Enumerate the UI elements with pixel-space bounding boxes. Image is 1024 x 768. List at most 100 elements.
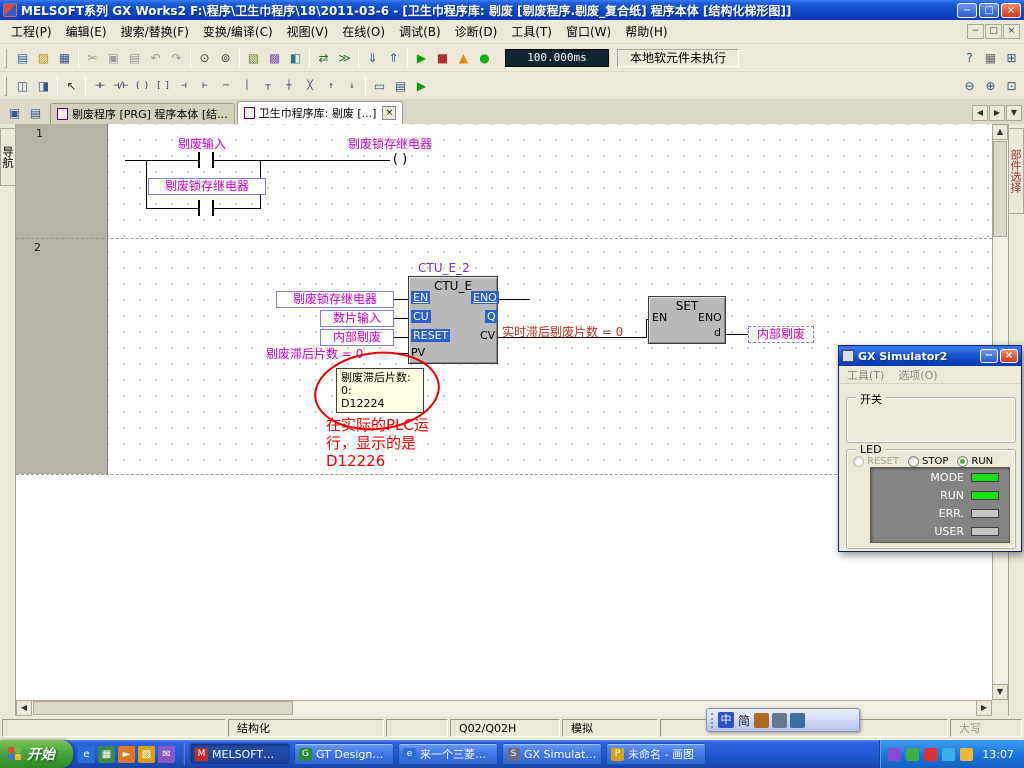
branch-contact-label[interactable]: 剔废锁存继电器 [148,178,266,195]
menu-item-10[interactable]: 窗口(W) [559,20,618,43]
function-block-icon[interactable]: [ ] [153,77,172,94]
contact-label[interactable]: 剔废输入 [178,135,226,152]
contact-symbol[interactable] [198,152,214,168]
close-button[interactable]: × [1001,3,1021,18]
toolbar-grip[interactable] [4,48,7,68]
en-input-label[interactable]: 剔废锁存继电器 [276,291,394,308]
device-comment-icon[interactable]: ◧ [286,49,305,66]
menu-item-3[interactable]: 搜索/替换(F) [114,20,196,43]
minimize-button[interactable]: − [957,3,977,18]
taskbar-button-1[interactable]: MMELSOFT系列... [190,743,290,765]
open-contact-icon[interactable]: ⊣⊢ [90,77,109,94]
rebuild-all-icon[interactable]: ≫ [335,49,354,66]
redo-icon[interactable]: ↷ [167,49,186,66]
set-output-label[interactable]: 内部剔废 [748,326,814,343]
coil-icon[interactable]: ( ) [132,77,151,94]
quicklaunch-media-icon[interactable]: ► [118,746,135,763]
reset-input-label[interactable]: 内部剔废 [320,329,394,346]
quicklaunch-folder-icon[interactable]: ▨ [138,746,155,763]
ime-language-bar[interactable]: 中 简 [706,708,860,732]
simulator-menu-tool[interactable]: 工具(T) [847,367,884,383]
taskbar-button-4[interactable]: SGX Simulator2 [502,743,602,765]
menu-item-5[interactable]: 视图(V) [280,20,336,43]
write-to-plc-icon[interactable]: ⇓ [363,49,382,66]
convert-icon[interactable]: ⇄ [314,49,333,66]
delete-line-icon[interactable]: ╳ [300,77,319,94]
menu-item-7[interactable]: 调试(B) [392,20,448,43]
menu-item-9[interactable]: 工具(T) [504,20,559,43]
paste-icon[interactable]: ▤ [125,49,144,66]
output-label-icon[interactable]: ⊢ [195,77,214,94]
start-button[interactable]: 开始 [0,740,73,768]
device-alarm-icon[interactable]: ▲ [454,49,473,66]
comment-icon[interactable]: ▭ [370,77,389,94]
falling-pulse-icon[interactable]: ↓ [342,77,361,94]
vertical-line-icon[interactable]: │ [237,77,256,94]
horizontal-scroll-thumb[interactable] [33,701,293,715]
taskbar-button-5[interactable]: P未命名 - 画图 [606,743,706,765]
simulator-close-button[interactable]: × [1000,349,1018,363]
simulator-menu-option[interactable]: 选项(O) [898,367,937,383]
tray-network-icon[interactable] [942,748,955,761]
zoom-out-icon[interactable]: ⊖ [960,77,979,94]
cu-input-label[interactable]: 数片输入 [320,310,394,327]
mdi-minimize-button[interactable]: − [967,24,984,39]
contact-symbol[interactable] [198,200,214,216]
element-selection-icon[interactable]: ◨ [34,77,53,94]
select-mode-icon[interactable]: ↖ [62,77,81,94]
coil-symbol[interactable]: ( ) [390,152,410,168]
monitor-stop-icon[interactable]: ■ [433,49,452,66]
zoom-100-icon[interactable]: ⊡ [1002,77,1021,94]
mdi-restore-button[interactable]: □ [985,24,1002,39]
tray-volume-icon[interactable] [960,748,973,761]
tray-security-icon[interactable] [906,748,919,761]
copy-icon[interactable]: ▣ [104,49,123,66]
ime-punct-icon[interactable] [754,713,769,728]
navigation-dock-tab[interactable]: 导航 [0,128,16,186]
simulation-status-icon[interactable]: ● [475,49,494,66]
gx-simulator2-window[interactable]: GX Simulator2 − × 工具(T) 选项(O) 开关 RESETST… [838,345,1022,552]
restore-button[interactable]: □ [979,3,999,18]
taskbar-button-3[interactable]: e来一个三菱G... [398,743,498,765]
find-icon[interactable]: ⊙ [195,49,214,66]
closed-contact-icon[interactable]: ⊣/⊢ [111,77,130,94]
toolbar-grip[interactable] [4,76,7,96]
tab-list-button[interactable]: ▼ [1006,105,1022,121]
navigation-window-icon[interactable]: ◫ [13,77,32,94]
label-setting-icon[interactable]: ▩ [265,49,284,66]
window-arrange-icon[interactable]: ▦ [981,49,1000,66]
scroll-left-button[interactable]: ◀ [16,700,32,716]
window-tile-icon[interactable]: ▤ [26,104,45,121]
tab-scroll-left-button[interactable]: ◀ [972,105,988,121]
fb-instance-name[interactable]: CTU_E_2 [418,261,470,275]
element-selection-dock-tab[interactable]: 部件选择 [1008,128,1024,214]
ime-keyboard-icon[interactable] [772,713,787,728]
taskbar-button-2[interactable]: GGT Designer... [294,743,394,765]
ime-tools-icon[interactable] [790,713,805,728]
save-project-icon[interactable]: ▦ [55,49,74,66]
quicklaunch-mail-icon[interactable]: ✉ [158,746,175,763]
menu-item-11[interactable]: 帮助(H) [618,20,674,43]
junction-line-icon[interactable]: ┼ [279,77,298,94]
ime-drag-handle[interactable] [711,713,714,728]
tab-scroll-right-button[interactable]: ▶ [989,105,1005,121]
branch-line-icon[interactable]: ┬ [258,77,277,94]
quicklaunch-desktop-icon[interactable]: ▦ [98,746,115,763]
menu-item-2[interactable]: 编辑(E) [59,20,114,43]
ime-language-icon[interactable]: 中 [718,712,734,728]
tray-ime-icon[interactable] [888,748,901,761]
tray-antivirus-icon[interactable] [924,748,937,761]
zoom-dialog-icon[interactable]: ⊞ [1002,49,1021,66]
menu-item-6[interactable]: 在线(O) [335,20,392,43]
scroll-right-button[interactable]: ▶ [976,700,992,716]
open-project-icon[interactable]: ▨ [34,49,53,66]
menu-item-8[interactable]: 诊断(D) [448,20,505,43]
tab-close-button[interactable]: × [382,106,396,120]
parameter-icon[interactable]: ▧ [244,49,263,66]
undo-icon[interactable]: ↶ [146,49,165,66]
rising-pulse-icon[interactable]: ↑ [321,77,340,94]
scroll-up-button[interactable]: ▲ [992,124,1008,140]
horizontal-line-icon[interactable]: ─ [216,77,235,94]
scroll-down-button[interactable]: ▼ [992,684,1008,700]
menu-item-1[interactable]: 工程(P) [4,20,59,43]
